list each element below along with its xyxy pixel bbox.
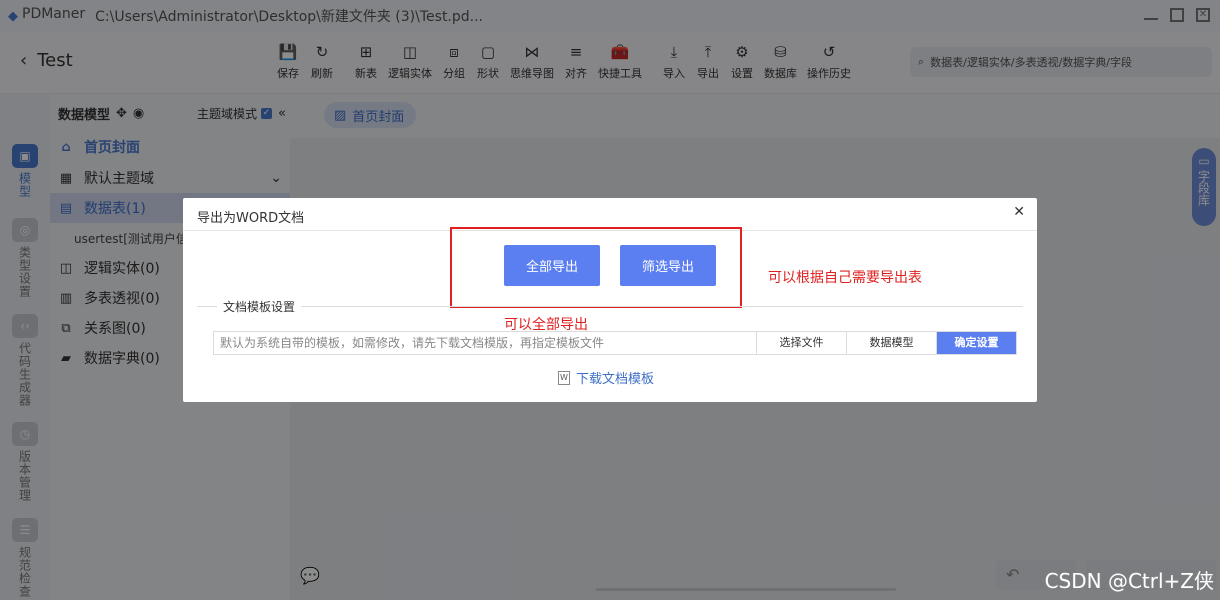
dialog-title: 导出为WORD文档 bbox=[197, 211, 305, 226]
watermark: CSDN @Ctrl+Z侠 bbox=[1044, 569, 1214, 593]
download-template-link[interactable]: W 下载文档模板 bbox=[558, 368, 654, 387]
word-file-icon: W bbox=[558, 370, 570, 385]
confirm-settings-button[interactable]: 确定设置 bbox=[937, 332, 1016, 354]
template-row: 默认为系统自带的模板，如需修改，请先下载文档模版，再指定模板文件 选择文件 数据… bbox=[213, 331, 1017, 355]
template-path-input[interactable]: 默认为系统自带的模板，如需修改，请先下载文档模版，再指定模板文件 bbox=[214, 332, 757, 354]
export-word-dialog: 导出为WORD文档 ✕ 全部导出 筛选导出 可以根据自己需要导出表 可以全部导出… bbox=[183, 198, 1037, 402]
section-divider bbox=[197, 306, 1023, 307]
data-model-button[interactable]: 数据模型 bbox=[847, 332, 937, 354]
annotation-right: 可以根据自己需要导出表 bbox=[768, 270, 922, 286]
download-template-label: 下载文档模板 bbox=[576, 372, 655, 387]
annotation-box bbox=[450, 227, 742, 308]
choose-file-button[interactable]: 选择文件 bbox=[757, 332, 847, 354]
close-icon[interactable]: ✕ bbox=[1013, 204, 1025, 220]
section-label: 文档模板设置 bbox=[217, 298, 302, 315]
